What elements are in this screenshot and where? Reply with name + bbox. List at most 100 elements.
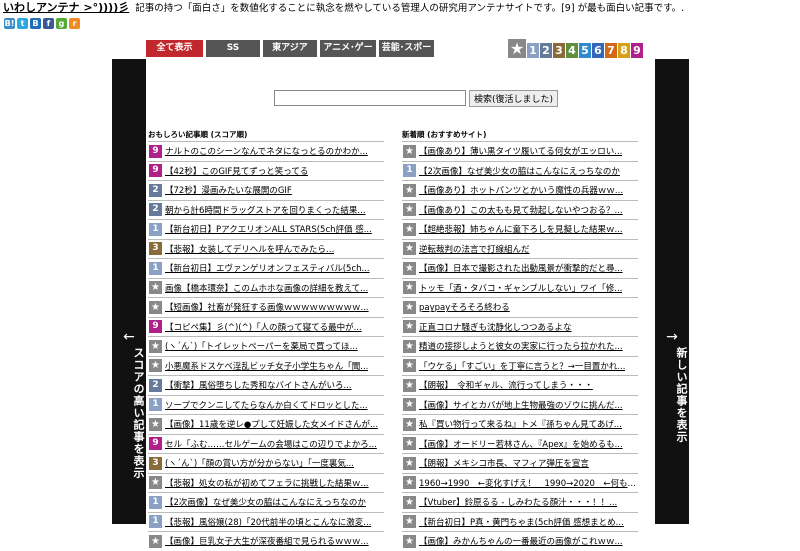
right-sidebar-label: 新しい記事を表示 xyxy=(675,347,688,443)
article-link[interactable]: 【画像あり】この太もも見て勃起しないやつおる？... xyxy=(419,204,623,216)
rank-badge: ★ xyxy=(403,398,416,412)
tab-2[interactable]: 東アジア xyxy=(263,40,317,57)
article-link[interactable]: 【朗報】 令和ギャル、流行ってしまう・・・ xyxy=(419,379,593,391)
rank-badge: 1 xyxy=(403,164,416,178)
rank-filter-1[interactable]: 1 xyxy=(527,43,539,58)
google-icon[interactable]: g xyxy=(56,18,67,29)
article-link[interactable]: 「ウケる」「すごい」を丁寧に言うと？→一目置かれ... xyxy=(419,360,625,372)
rank-badge: ★ xyxy=(149,359,162,373)
list-item: ★ (ヽ´ん`)「トイレットペーパーを薬局で買ってほ... xyxy=(148,336,384,356)
article-link[interactable]: 【コピペ集】彡(^)(^)「人の顔って寝てる最中が... xyxy=(165,321,362,333)
article-link[interactable]: 【画像あり】薄い黒タイツ履いてる何女がエッロい... xyxy=(419,145,622,157)
hatena-b-icon[interactable]: B xyxy=(30,18,41,29)
article-link[interactable]: 【画像】11歳を逆レ●プして妊娠した女メイドさんが... xyxy=(165,418,378,430)
rank-filter-4[interactable]: 4 xyxy=(566,43,578,58)
rank-badge: ★ xyxy=(403,534,416,548)
article-link[interactable]: 小悪魔系ドスケベ淫乱ビッチ女子小学生ちゃん「聞... xyxy=(165,360,368,372)
list-item: ★ 【悲報】処女の私が初めてフェラに挑戦した結果ｗ... xyxy=(148,472,384,493)
list-item: ★ 「ウケる」「すごい」を丁寧に言うと？→一目置かれ... xyxy=(402,355,638,376)
article-link[interactable]: 画像【橋本環奈】このムホホな画像の詳細を教えて... xyxy=(165,282,368,294)
search-input[interactable] xyxy=(274,90,466,106)
rank-filter-2[interactable]: 2 xyxy=(540,43,552,58)
rank-filter-3[interactable]: 3 xyxy=(553,43,565,58)
article-link[interactable]: 【新台初日】PアクエリオンALL STARS(5ch評価 感... xyxy=(165,223,372,235)
article-link[interactable]: (ヽ´ん`)「顔の賞い方が分からない」「一度裏気... xyxy=(165,457,354,469)
rank-filter-9[interactable]: 9 xyxy=(631,43,643,58)
rank-badge: ★ xyxy=(149,281,162,295)
rss-icon[interactable]: r xyxy=(69,18,80,29)
list-item: ★ 【画像あり】薄い黒タイツ履いてる何女がエッロい... xyxy=(402,141,638,161)
rank-badge: 3 xyxy=(149,242,162,256)
article-link[interactable]: 【画像】サイとカバが地上生物最強のゾウに挑んだ... xyxy=(419,399,623,411)
article-link[interactable]: 【超絶悲報】姉ちゃんに童下ろしを見擬した結果ｗ... xyxy=(419,223,623,235)
site-name-link[interactable]: いわしアンテナ >°))))彡 xyxy=(3,1,129,14)
rank-badge: ★ xyxy=(403,495,416,509)
list-item: 1 【新台初日】エヴァンゲリオンフェスティバル(5ch... xyxy=(148,258,384,278)
tab-0[interactable]: 全て表示 xyxy=(146,40,203,57)
list-item: 1 【悲報】風俗嬢(28)「20代前半の頃とこんなに激変... xyxy=(148,511,384,532)
tab-3[interactable]: アニメ･ゲーム xyxy=(320,40,376,70)
article-link[interactable]: 【衝撃】風俗堕ちした秀和なバイトさんがいろ... xyxy=(165,379,352,391)
article-link[interactable]: 【悲報】処女の私が初めてフェラに挑戦した結果ｗ... xyxy=(165,477,369,489)
arrow-left-icon: ← xyxy=(123,329,135,345)
rank-badge: ★ xyxy=(403,339,416,353)
rank-filter-8[interactable]: 8 xyxy=(618,43,630,58)
list-item: 2 【衝撃】風俗堕ちした秀和なバイトさんがいろ... xyxy=(148,375,384,395)
rank-filter-7[interactable]: 7 xyxy=(605,43,617,58)
article-link[interactable]: 1960→1990 ←変化すげえ！ 1990→2020 ←何も変わ... xyxy=(419,477,638,489)
left-nav-sidebar[interactable]: ← スコアの高い記事を表示 xyxy=(112,59,146,524)
facebook-icon[interactable]: f xyxy=(43,18,54,29)
list-item: ★ 画像【橋本環奈】このムホホな画像の詳細を教えて... xyxy=(148,277,384,298)
article-link[interactable]: トッモ「酒・タバコ・ギャンブルしない」ワイ「修... xyxy=(419,282,622,294)
article-link[interactable]: ナルトのこのシーンなんでネタになっとるのかわか... xyxy=(165,145,368,157)
article-link[interactable]: ソープでクンニしてたらなんか白くてドロッとした... xyxy=(165,399,368,411)
article-link[interactable]: (ヽ´ん`)「トイレットペーパーを薬局で買ってほ... xyxy=(165,340,358,352)
article-link[interactable]: 正直コロナ騒ぎも沈静化しつつあるよな xyxy=(419,321,572,333)
right-nav-sidebar[interactable]: → 新しい記事を表示 xyxy=(655,59,689,524)
list-item: ★ 小悪魔系ドスケベ淫乱ビッチ女子小学生ちゃん「聞... xyxy=(148,355,384,376)
rank-badge: ★ xyxy=(149,476,162,490)
search-button[interactable]: 検索(復活しました) xyxy=(469,90,559,107)
article-link[interactable]: 【42秒】このGIF見てずっと笑ってる xyxy=(165,165,308,177)
article-link[interactable]: 【画像】巨乳女子大生が深夜番組で見られるｗｗｗ... xyxy=(165,535,369,547)
list-item: ★ 正直コロナ騒ぎも沈静化しつつあるよな xyxy=(402,316,638,337)
twitter-icon[interactable]: t xyxy=(17,18,28,29)
main-content: 検索(復活しました) おもしろい記事順 (スコア順) 9 ナルトのこのシーンなんで… xyxy=(146,59,655,548)
rank-badge: ★ xyxy=(403,437,416,451)
article-link[interactable]: 精道の接拶しようと彼女の実家に行ったら拉かれた... xyxy=(419,340,623,352)
tab-1[interactable]: SS xyxy=(206,40,260,57)
list-item: ★ 【Vtuber】鈴原るる - しみわたる顔汁・・・！！... xyxy=(402,492,638,512)
article-link[interactable]: セル「ふむ……セルゲームの会場はこの辺りでよかろ... xyxy=(165,438,377,450)
article-link[interactable]: 朝から計6時間ドラッグストアを回りまくった結果... xyxy=(165,204,366,216)
article-link[interactable]: 【悲報】風俗嬢(28)「20代前半の頃とこんなに激変... xyxy=(165,516,371,528)
article-link[interactable]: 【悲報】女装してデリヘルを呼んでみたら… xyxy=(165,243,334,255)
list-item: ★ 私『買い物行って来るね』トメ『孫ちゃん見てあげ... xyxy=(402,414,638,434)
hatena-icon[interactable]: B! xyxy=(4,18,15,29)
article-link[interactable]: 【72秒】漫画みたいな展開のGIF xyxy=(165,184,292,196)
rank-filter-5[interactable]: 5 xyxy=(579,43,591,58)
article-link[interactable]: 【画像あり】ホットパンツとかいう魔性の兵器ｗｗ... xyxy=(419,184,623,196)
article-link[interactable]: 【2次画像】なぜ美少女の脇はこんなにえっちなのか xyxy=(419,165,620,177)
rank-filter-star[interactable]: ★ xyxy=(508,39,526,58)
search-bar: 検索(復活しました) xyxy=(274,90,559,107)
article-link[interactable]: 私『買い物行って来るね』トメ『孫ちゃん見てあげ... xyxy=(419,418,622,430)
list-item: ★ 【新台初日】P真・黄門ちゃま(5ch評価 感想まとめ... xyxy=(402,511,638,532)
tab-4[interactable]: 芸能･スポーツ xyxy=(379,40,434,70)
article-link[interactable]: 逆転裁判の法言で打線組んだ xyxy=(419,243,530,255)
article-link[interactable]: 【短画像】社畜が発狂する画像ｗｗｗｗｗｗｗｗｗ... xyxy=(165,301,369,313)
article-link[interactable]: 【画像】みかんちゃんの一番最近の画像がこれｗｗ... xyxy=(419,535,623,547)
article-link[interactable]: 【Vtuber】鈴原るる - しみわたる顔汁・・・！！... xyxy=(419,496,617,508)
article-link[interactable]: 【画像】日本で撮影された出動風景が衝撃的だと尋... xyxy=(419,262,623,274)
article-link[interactable]: 【新台初日】P真・黄門ちゃま(5ch評価 感想まとめ... xyxy=(419,516,624,528)
rank-badge: ★ xyxy=(403,242,416,256)
rank-badge: ★ xyxy=(149,534,162,548)
rank-filter-6[interactable]: 6 xyxy=(592,43,604,58)
list-item: ★ 【超絶悲報】姉ちゃんに童下ろしを見擬した結果ｗ... xyxy=(402,219,638,239)
article-link[interactable]: 【画像】オードリー若林さん、『Apex』を始めるも... xyxy=(419,438,623,450)
article-link[interactable]: 【朗報】メキシコ市長、マフィア弾圧を宣言 xyxy=(419,457,589,469)
article-link[interactable]: paypayそろそろ終わる xyxy=(419,301,510,313)
article-link[interactable]: 【2次画像】なぜ美少女の脇はこんなにえっちなのか xyxy=(165,496,366,508)
article-link[interactable]: 【新台初日】エヴァンゲリオンフェスティバル(5ch... xyxy=(165,262,370,274)
rank-badge: ★ xyxy=(403,378,416,392)
rank-badge: ★ xyxy=(403,515,416,529)
